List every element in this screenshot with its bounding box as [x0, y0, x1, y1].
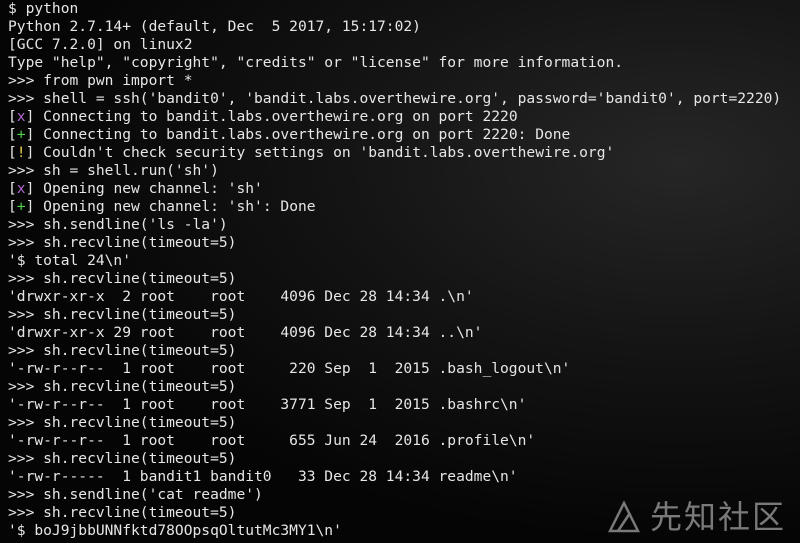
status-done-marker: +	[16, 126, 26, 143]
status-text: Connecting to bandit.labs.overthewire.or…	[34, 126, 571, 143]
line-text: Python 2.7.14+ (default, Dec 5 2017, 15:…	[8, 18, 421, 35]
line-text: >>> sh.recvline(timeout=5)	[8, 504, 237, 521]
terminal-line: 'drwxr-xr-x 29 root root 4096 Dec 28 14:…	[8, 324, 800, 342]
terminal-line: >>> sh.recvline(timeout=5)	[8, 306, 800, 324]
terminal-line: '-rw-r--r-- 1 root root 655 Jun 24 2016 …	[8, 432, 800, 450]
terminal-line: '-rw-r--r-- 1 root root 220 Sep 1 2015 .…	[8, 360, 800, 378]
status-text: Couldn't check security settings on 'ban…	[34, 144, 615, 161]
line-text: >>> sh.recvline(timeout=5)	[8, 450, 237, 467]
line-text: >>> shell = ssh('bandit0', 'bandit.labs.…	[8, 90, 782, 107]
terminal-line: >>> sh.recvline(timeout=5)	[8, 270, 800, 288]
terminal-line: >>> sh = shell.run('sh')	[8, 162, 800, 180]
line-text: $ python	[8, 0, 79, 17]
terminal-line: [GCC 7.2.0] on linux2	[8, 36, 800, 54]
status-warning-marker: !	[16, 144, 26, 161]
line-text: >>> sh.recvline(timeout=5)	[8, 342, 237, 359]
terminal-line: >>> sh.recvline(timeout=5)	[8, 234, 800, 252]
terminal-line: >>> sh.sendline('cat readme')	[8, 486, 800, 504]
line-text: '-rw-r--r-- 1 root root 220 Sep 1 2015 .…	[8, 360, 571, 377]
terminal-line: 'drwxr-xr-x 2 root root 4096 Dec 28 14:3…	[8, 288, 800, 306]
line-text: [GCC 7.2.0] on linux2	[8, 36, 193, 53]
terminal-line: '$ total 24\n'	[8, 252, 800, 270]
status-pending-marker: x	[16, 108, 26, 125]
terminal-line: '-rw-r--r-- 1 root root 3771 Sep 1 2015 …	[8, 396, 800, 414]
line-text: '-rw-r--r-- 1 root root 655 Jun 24 2016 …	[8, 432, 536, 449]
status-text: Opening new channel: 'sh'	[34, 180, 263, 197]
terminal-line: >>> sh.sendline('ls -la')	[8, 216, 800, 234]
terminal-window[interactable]: $ python Python 2.7.14+ (default, Dec 5 2…	[0, 0, 800, 543]
line-text: >>> sh = shell.run('sh')	[8, 162, 219, 179]
line-text: >>> sh.sendline('ls -la')	[8, 216, 228, 233]
line-text: '$ boJ9jbbUNNfktd78OOpsqOltutMc3MY1\n'	[8, 522, 342, 539]
status-line: [x] Opening new channel: 'sh'	[8, 180, 263, 197]
terminal-line: >>> sh.recvline(timeout=5)	[8, 378, 800, 396]
line-text: 'drwxr-xr-x 2 root root 4096 Dec 28 14:3…	[8, 288, 474, 305]
terminal-line: >>> sh.recvline(timeout=5)	[8, 414, 800, 432]
terminal-line: $ python	[8, 0, 800, 18]
terminal-line: >>> sh.recvline(timeout=5)	[8, 342, 800, 360]
terminal-line: >>> sh.recvline(timeout=5)	[8, 504, 800, 522]
status-pending-marker: x	[16, 180, 26, 197]
line-text: >>> sh.recvline(timeout=5)	[8, 414, 237, 431]
terminal-line: '-rw-r----- 1 bandit1 bandit0 33 Dec 28 …	[8, 468, 800, 486]
line-text: 'drwxr-xr-x 29 root root 4096 Dec 28 14:…	[8, 324, 483, 341]
line-text: >>> from pwn import *	[8, 72, 193, 89]
status-done-marker: +	[16, 198, 26, 215]
terminal-line: >>> sh.recvline(timeout=5)	[8, 450, 800, 468]
terminal-line: Type "help", "copyright", "credits" or "…	[8, 54, 800, 72]
line-text: >>> sh.recvline(timeout=5)	[8, 378, 237, 395]
line-text: '-rw-r----- 1 bandit1 bandit0 33 Dec 28 …	[8, 468, 518, 485]
status-line: [x] Connecting to bandit.labs.overthewir…	[8, 108, 518, 125]
terminal-output: $ python Python 2.7.14+ (default, Dec 5 2…	[8, 0, 800, 540]
line-text: Type "help", "copyright", "credits" or "…	[8, 54, 624, 71]
terminal-line: '$ boJ9jbbUNNfktd78OOpsqOltutMc3MY1\n'	[8, 522, 800, 540]
line-text: >>> sh.recvline(timeout=5)	[8, 306, 237, 323]
line-text: '$ total 24\n'	[8, 252, 132, 269]
terminal-line: >>> shell = ssh('bandit0', 'bandit.labs.…	[8, 90, 800, 108]
status-text: Connecting to bandit.labs.overthewire.or…	[34, 108, 518, 125]
line-text: '-rw-r--r-- 1 root root 3771 Sep 1 2015 …	[8, 396, 527, 413]
status-line: [+] Opening new channel: 'sh': Done	[8, 198, 316, 215]
line-text: >>> sh.recvline(timeout=5)	[8, 234, 237, 251]
status-line: [+] Connecting to bandit.labs.overthewir…	[8, 126, 571, 143]
line-text: >>> sh.recvline(timeout=5)	[8, 270, 237, 287]
status-line: [!] Couldn't check security settings on …	[8, 144, 615, 161]
status-text: Opening new channel: 'sh': Done	[34, 198, 316, 215]
terminal-line: >>> from pwn import *	[8, 72, 800, 90]
line-text: >>> sh.sendline('cat readme')	[8, 486, 263, 503]
terminal-line: Python 2.7.14+ (default, Dec 5 2017, 15:…	[8, 18, 800, 36]
